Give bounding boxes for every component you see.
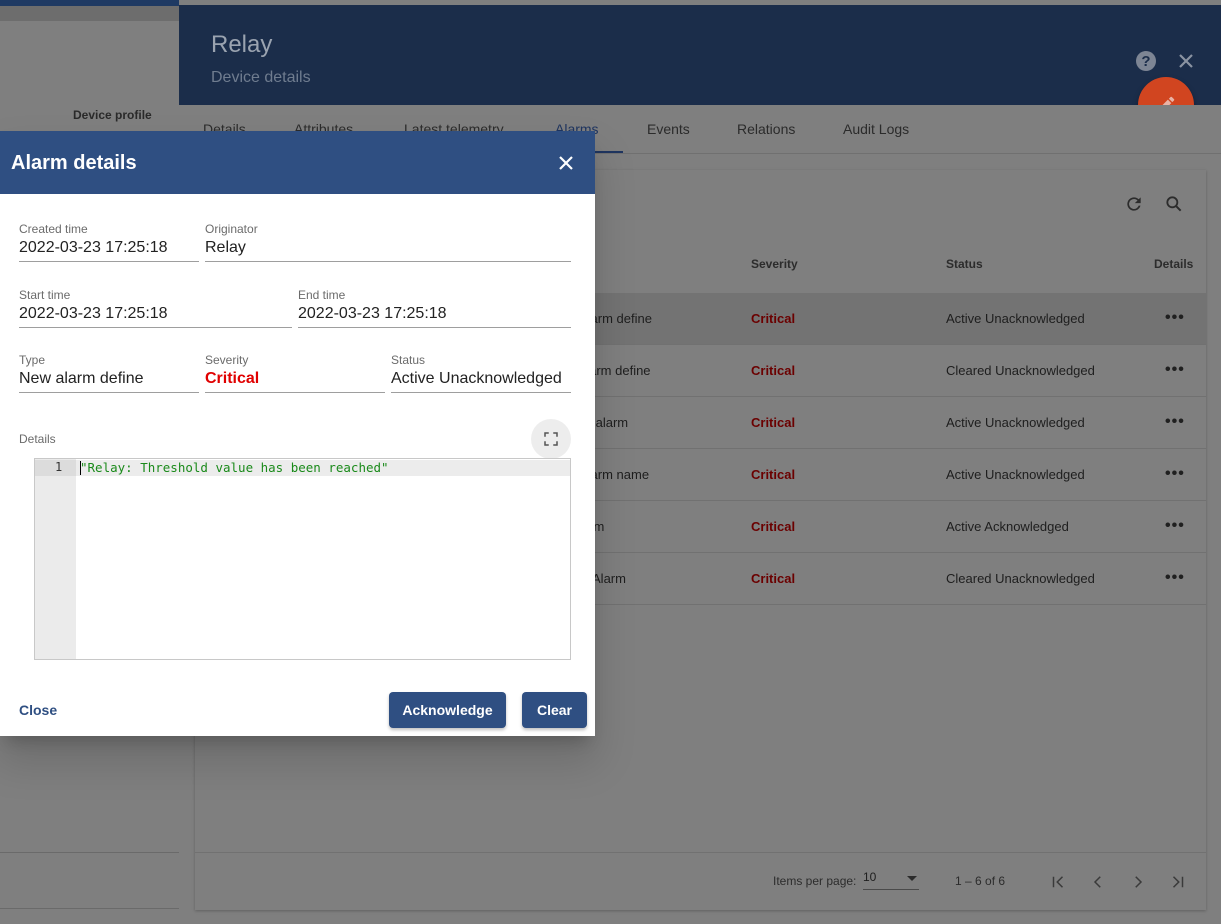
drawer-subtitle: Device details bbox=[211, 69, 311, 86]
status-cell: Cleared Unacknowledged bbox=[946, 363, 1095, 378]
created-time-label: Created time bbox=[19, 222, 88, 236]
help-icon[interactable]: ? bbox=[1134, 49, 1158, 73]
details-label: Details bbox=[19, 432, 56, 446]
line-number: 1 bbox=[55, 460, 63, 474]
items-per-page-select[interactable]: 10 bbox=[863, 870, 919, 890]
end-time-value: 2022-03-23 17:25:18 bbox=[298, 305, 447, 322]
start-time-label: Start time bbox=[19, 288, 71, 302]
close-button[interactable]: Close bbox=[19, 702, 57, 718]
more-horiz-icon[interactable]: ••• bbox=[1165, 569, 1185, 587]
severity-cell: Critical bbox=[751, 311, 796, 326]
items-per-page-label: Items per page: bbox=[773, 874, 857, 888]
next-page-icon[interactable] bbox=[1126, 870, 1150, 894]
status-cell: Active Acknowledged bbox=[946, 519, 1069, 534]
text-cursor bbox=[80, 461, 81, 475]
more-horiz-icon[interactable]: ••• bbox=[1165, 413, 1185, 431]
fullscreen-icon bbox=[544, 432, 558, 446]
drawer-header: Relay Device details ? bbox=[179, 5, 1221, 105]
search-icon[interactable] bbox=[1162, 192, 1186, 216]
tab-relations[interactable]: Relations bbox=[737, 121, 795, 137]
severity-cell: Critical bbox=[751, 415, 796, 430]
dialog-header: Alarm details bbox=[0, 131, 595, 194]
status-cell: Active Unacknowledged bbox=[946, 415, 1085, 430]
fullscreen-button[interactable] bbox=[531, 419, 571, 459]
originator-label: Originator bbox=[205, 222, 258, 236]
clear-button[interactable]: Clear bbox=[522, 692, 587, 728]
tab-events[interactable]: Events bbox=[647, 121, 690, 137]
page-range-label: 1 – 6 of 6 bbox=[955, 874, 1006, 888]
items-per-page-value: 10 bbox=[863, 870, 877, 884]
alarm-details-dialog: Alarm details Created time 2022-03-23 17… bbox=[0, 131, 595, 736]
end-time-field[interactable]: End time 2022-03-23 17:25:18 bbox=[298, 288, 571, 328]
severity-cell: Critical bbox=[751, 363, 796, 378]
divider bbox=[195, 852, 1206, 853]
end-time-label: End time bbox=[298, 288, 346, 302]
created-time-field[interactable]: Created time 2022-03-23 17:25:18 bbox=[19, 222, 199, 262]
refresh-icon[interactable] bbox=[1122, 192, 1146, 216]
status-label: Status bbox=[391, 353, 426, 367]
details-code-editor[interactable]: 1 "Relay: Threshold value has been reach… bbox=[34, 458, 571, 660]
acknowledge-button[interactable]: Acknowledge bbox=[389, 692, 506, 728]
close-icon[interactable] bbox=[554, 151, 578, 175]
first-page-icon[interactable] bbox=[1046, 870, 1070, 894]
status-cell: Active Unacknowledged bbox=[946, 467, 1085, 482]
created-time-value: 2022-03-23 17:25:18 bbox=[19, 239, 168, 256]
more-horiz-icon[interactable]: ••• bbox=[1165, 361, 1185, 379]
severity-label: Severity bbox=[205, 353, 249, 367]
severity-cell: Critical bbox=[751, 467, 796, 482]
device-profile-column-header: Device profile bbox=[73, 108, 152, 122]
type-value: New alarm define bbox=[19, 370, 144, 387]
drawer-title: Relay bbox=[211, 31, 273, 58]
details-column-header: Details bbox=[1154, 257, 1194, 271]
severity-value: Critical bbox=[205, 370, 260, 387]
more-horiz-icon[interactable]: ••• bbox=[1165, 465, 1185, 483]
more-horiz-icon[interactable]: ••• bbox=[1165, 309, 1185, 327]
start-time-field[interactable]: Start time 2022-03-23 17:25:18 bbox=[19, 288, 292, 328]
type-label: Type bbox=[19, 353, 46, 367]
status-value: Active Unacknowledged bbox=[391, 370, 562, 387]
type-field[interactable]: Type New alarm define bbox=[19, 353, 199, 393]
dropdown-caret-icon bbox=[907, 876, 917, 881]
divider bbox=[0, 908, 179, 909]
status-field[interactable]: Status Active Unacknowledged bbox=[391, 353, 571, 393]
editor-gutter bbox=[35, 459, 76, 659]
status-column-header[interactable]: Status bbox=[946, 257, 983, 271]
divider bbox=[0, 852, 179, 853]
severity-field[interactable]: Severity Critical bbox=[205, 353, 385, 393]
originator-value: Relay bbox=[205, 239, 246, 256]
dialog-title: Alarm details bbox=[11, 152, 137, 174]
severity-cell: Critical bbox=[751, 571, 796, 586]
details-code-text[interactable]: "Relay: Threshold value has been reached… bbox=[80, 460, 389, 475]
more-horiz-icon[interactable]: ••• bbox=[1165, 517, 1185, 535]
status-cell: Cleared Unacknowledged bbox=[946, 571, 1095, 586]
start-time-value: 2022-03-23 17:25:18 bbox=[19, 305, 168, 322]
status-cell: Active Unacknowledged bbox=[946, 311, 1085, 326]
severity-cell: Critical bbox=[751, 519, 796, 534]
previous-page-icon[interactable] bbox=[1086, 870, 1110, 894]
severity-column-header[interactable]: Severity bbox=[751, 257, 798, 271]
close-icon[interactable] bbox=[1174, 49, 1198, 73]
list-header-band bbox=[0, 6, 179, 21]
last-page-icon[interactable] bbox=[1166, 870, 1190, 894]
originator-field[interactable]: Originator Relay bbox=[205, 222, 571, 262]
tab-audit-logs[interactable]: Audit Logs bbox=[843, 121, 909, 137]
